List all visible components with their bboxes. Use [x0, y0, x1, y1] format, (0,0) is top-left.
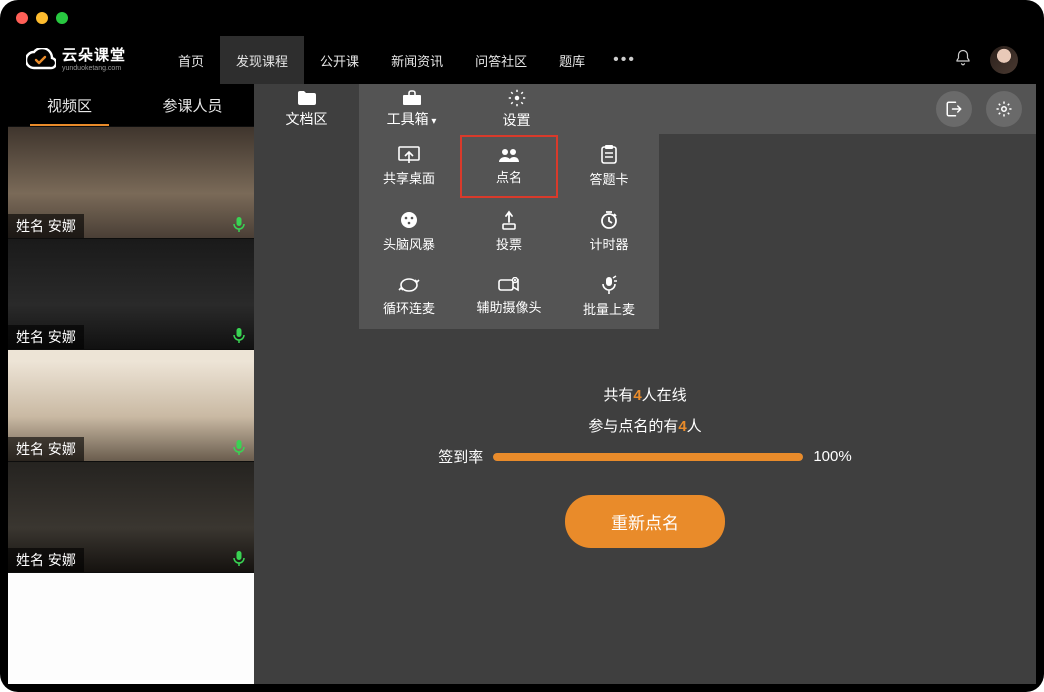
participant-name: 姓名 安娜: [8, 548, 84, 572]
tab-documents[interactable]: 文档区: [254, 84, 359, 134]
tool-share-screen[interactable]: 共享桌面: [359, 134, 459, 199]
tool-label: 投票: [496, 234, 522, 253]
maximize-dot[interactable]: [56, 12, 68, 24]
top-nav: 云朵课堂 yunduoketang.com 首页 发现课程 公开课 新闻资讯 问…: [8, 36, 1036, 84]
tab-label: 工具箱: [387, 109, 437, 129]
tool-answer-card[interactable]: 答题卡: [559, 134, 659, 199]
nav: 首页 发现课程 公开课 新闻资讯 问答社区 题库 •••: [162, 36, 648, 84]
tab-participants[interactable]: 参课人员: [131, 84, 254, 126]
avatar[interactable]: [990, 46, 1018, 74]
nav-open-class[interactable]: 公开课: [304, 36, 375, 84]
main: 文档区 工具箱 设置: [254, 84, 1036, 684]
sidebar: 视频区 参课人员 姓名 安娜 姓名 安娜: [8, 84, 254, 684]
tool-brainstorm[interactable]: 头脑风暴: [359, 199, 459, 264]
tool-vote[interactable]: 投票: [459, 199, 559, 264]
notifications-icon[interactable]: [954, 49, 972, 72]
nav-discover[interactable]: 发现课程: [220, 36, 304, 84]
rerun-rollcall-button[interactable]: 重新点名: [565, 495, 725, 548]
exit-icon: [945, 100, 963, 118]
tab-toolbox[interactable]: 工具箱: [359, 84, 464, 134]
rollcall-panel: 共有4人在线 参与点名的有4人 签到率 100% 重新点名: [405, 384, 885, 548]
video-list: 姓名 安娜 姓名 安娜 姓名 安娜: [8, 126, 254, 684]
nav-more[interactable]: •••: [601, 51, 648, 69]
share-screen-icon: [398, 146, 420, 164]
minimize-dot[interactable]: [36, 12, 48, 24]
exit-button[interactable]: [936, 91, 972, 127]
nav-qa[interactable]: 问答社区: [459, 36, 543, 84]
logo-text: 云朵课堂: [62, 48, 126, 63]
vote-icon: [500, 210, 518, 230]
tool-cycle-mic[interactable]: 循环连麦: [359, 264, 459, 329]
progress-bar: [493, 453, 803, 461]
tool-label: 循环连麦: [383, 298, 435, 317]
settings-button[interactable]: [986, 91, 1022, 127]
window-controls: [16, 12, 68, 24]
nav-question-bank[interactable]: 题库: [543, 36, 601, 84]
tool-label: 批量上麦: [583, 299, 635, 318]
tool-aux-camera[interactable]: 辅助摄像头: [459, 264, 559, 329]
video-tile[interactable]: 姓名 安娜: [8, 461, 254, 573]
rate-label: 签到率: [438, 446, 483, 467]
tab-video[interactable]: 视频区: [8, 84, 131, 126]
answer-card-icon: [600, 145, 618, 165]
participant-name: 姓名 安娜: [8, 214, 84, 238]
tool-label: 答题卡: [589, 169, 628, 188]
video-thumb: [8, 573, 254, 684]
folder-icon: [297, 90, 317, 106]
toolbox-menu: 共享桌面 点名 答题卡 头脑风暴: [359, 134, 659, 329]
participant-name: 姓名 安娜: [8, 325, 84, 349]
participant-name: 姓名 安娜: [8, 437, 84, 461]
toolbox-icon: [402, 90, 422, 106]
close-dot[interactable]: [16, 12, 28, 24]
mic-icon[interactable]: [232, 216, 246, 232]
tool-label: 头脑风暴: [383, 234, 435, 253]
participated-count: 参与点名的有4人: [588, 415, 701, 436]
cloud-icon: [26, 48, 56, 72]
tool-label: 辅助摄像头: [476, 297, 541, 316]
main-tabs: 文档区 工具箱 设置: [254, 84, 1036, 134]
logo[interactable]: 云朵课堂 yunduoketang.com: [26, 48, 126, 72]
video-tile[interactable]: [8, 572, 254, 684]
tool-roll-call[interactable]: 点名: [459, 134, 559, 199]
mic-icon[interactable]: [232, 327, 246, 343]
tool-label: 计时器: [589, 234, 628, 253]
batch-mic-icon: [600, 275, 618, 295]
brainstorm-icon: [399, 210, 419, 230]
cycle-mic-icon: [398, 276, 420, 294]
rate-pct: 100%: [813, 448, 851, 465]
logo-domain: yunduoketang.com: [62, 65, 126, 72]
video-tile[interactable]: 姓名 安娜: [8, 238, 254, 350]
video-tile[interactable]: 姓名 安娜: [8, 126, 254, 238]
mic-icon[interactable]: [232, 439, 246, 455]
tool-label: 点名: [496, 167, 522, 186]
progress-fill: [493, 453, 803, 461]
tab-label: 设置: [503, 110, 531, 130]
nav-home[interactable]: 首页: [162, 36, 220, 84]
roll-call-icon: [498, 147, 520, 163]
gear-icon: [508, 89, 526, 107]
gear-icon: [995, 100, 1013, 118]
online-count: 共有4人在线: [603, 384, 686, 405]
aux-camera-icon: [498, 277, 520, 293]
tool-timer[interactable]: 计时器: [559, 199, 659, 264]
tab-label: 文档区: [286, 109, 328, 129]
tool-label: 共享桌面: [383, 168, 435, 187]
nav-news[interactable]: 新闻资讯: [375, 36, 459, 84]
video-tile[interactable]: 姓名 安娜: [8, 349, 254, 461]
tool-batch-mic[interactable]: 批量上麦: [559, 264, 659, 329]
tab-settings[interactable]: 设置: [464, 84, 569, 134]
mic-icon[interactable]: [232, 550, 246, 566]
timer-icon: [599, 210, 619, 230]
